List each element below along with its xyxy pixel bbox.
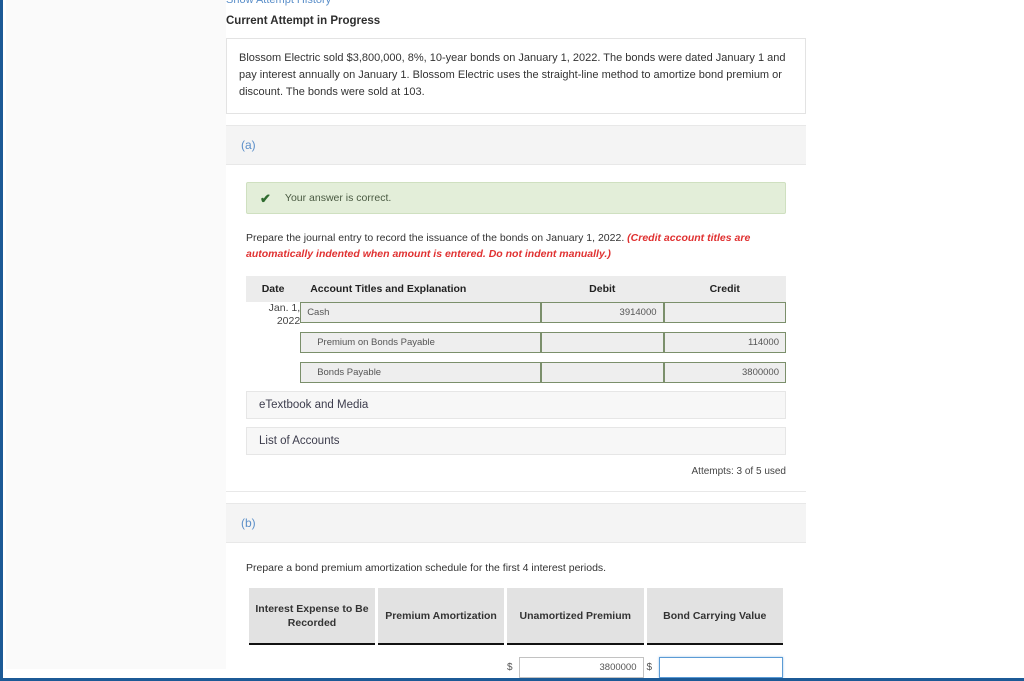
schedule-header-premium-amortization: Premium Amortization [378,588,504,645]
journal-debit-input-2[interactable] [541,332,664,353]
journal-account-cell-1 [300,302,542,323]
answer-correct-text: Your answer is correct. [284,192,392,204]
schedule-empty-r1c2 [378,651,504,678]
current-attempt-heading: Current Attempt in Progress [226,15,381,27]
dollar-sign-r1c4: $ [646,662,653,673]
journal-header-date: Date [246,276,301,302]
journal-entry-table: Date Account Titles and Explanation Debi… [246,276,786,383]
journal-credit-input-2[interactable] [663,332,786,353]
schedule-cell-r1c3: $ [507,645,644,678]
show-attempt-history-link[interactable]: Show Attempt History [226,0,806,7]
journal-account-input-2[interactable] [300,332,542,353]
schedule-header-unamortized-premium: Unamortized Premium [507,588,644,645]
table-row: Jan. 1, 2022 [246,302,786,327]
table-row [246,332,786,353]
table-row: $ $ [249,645,783,678]
journal-credit-cell-2 [663,332,786,353]
journal-debit-input-3[interactable] [541,362,664,383]
part-b-header: (b) [226,504,806,543]
list-of-accounts-bar[interactable]: List of Accounts [246,427,786,455]
answer-correct-banner: ✔ Your answer is correct. [246,182,786,214]
part-b-body: Prepare a bond premium amortization sche… [226,543,806,678]
journal-date-line2: 2022 [276,315,301,327]
journal-header-debit: Debit [541,276,664,302]
table-row [246,362,786,383]
journal-credit-input-3[interactable] [663,362,786,383]
dollar-sign-r1c3: $ [507,662,513,673]
part-a-body: ✔ Your answer is correct. Prepare the jo… [226,165,806,491]
journal-header-account: Account Titles and Explanation [300,276,542,302]
journal-account-cell-2 [300,332,542,353]
schedule-empty-r1c1 [249,651,375,678]
part-a-header: (a) [226,126,806,165]
journal-credit-input-1[interactable] [663,302,786,323]
journal-date-cell-empty [246,362,300,383]
journal-account-input-3[interactable] [300,362,542,383]
journal-date-line1: Jan. 1, [268,302,301,314]
attempts-counter: Attempts: 3 of 5 used [691,466,787,477]
etextbook-and-media-bar[interactable]: eTextbook and Media [246,391,786,419]
journal-account-input-1[interactable] [300,302,542,323]
part-b-instruction: Prepare a bond premium amortization sche… [246,562,607,574]
question-statement-box: Blossom Electric sold $3,800,000, 8%, 10… [226,38,806,114]
part-b-label: (b) [241,516,256,530]
journal-account-cell-3 [300,362,542,383]
schedule-header-bond-carrying-value: Bond Carrying Value [646,588,783,645]
schedule-input-bond-carrying-value-1[interactable] [658,657,783,678]
journal-debit-cell-2 [541,332,664,353]
schedule-cell-r1c2 [378,645,504,678]
journal-date-cell: Jan. 1, 2022 [246,302,301,353]
journal-row-spacer-cell-1 [300,323,786,332]
assignment-content-column: Show Attempt History Current Attempt in … [226,0,806,678]
schedule-header-row: Interest Expense to Be Recorded Premium … [249,588,783,645]
journal-credit-cell-3 [663,362,786,383]
question-statement-text: Blossom Electric sold $3,800,000, 8%, 10… [239,52,786,98]
browser-window-frame: Show Attempt History Current Attempt in … [0,0,1024,681]
journal-debit-cell-3 [541,362,664,383]
schedule-input-unamortized-premium-1[interactable] [519,657,644,678]
part-a-label: (a) [241,138,256,152]
schedule-header-interest-expense: Interest Expense to Be Recorded [249,588,375,645]
journal-debit-input-1[interactable] [541,302,664,323]
journal-header-credit: Credit [663,276,786,302]
journal-row-spacer-1 [246,323,786,332]
journal-credit-cell-1 [663,302,786,323]
part-a-panel: (a) ✔ Your answer is correct. Prepare th… [226,125,806,492]
schedule-cell-r1c1 [249,645,375,678]
journal-row-spacer-2 [246,353,786,362]
part-b-panel: (b) Prepare a bond premium amortization … [226,503,806,678]
journal-table-header-row: Date Account Titles and Explanation Debi… [246,276,786,302]
journal-debit-cell-1 [541,302,664,323]
schedule-cell-r1c4: $ [646,645,783,678]
check-icon: ✔ [260,190,271,206]
journal-row-spacer-cell-2 [246,353,786,362]
etextbook-and-media-label: eTextbook and Media [259,399,369,411]
amortization-schedule-table: Interest Expense to Be Recorded Premium … [246,588,786,678]
list-of-accounts-label: List of Accounts [259,435,340,447]
part-a-instruction-main: Prepare the journal entry to record the … [246,232,625,244]
part-a-instruction: Prepare the journal entry to record the … [246,230,786,262]
